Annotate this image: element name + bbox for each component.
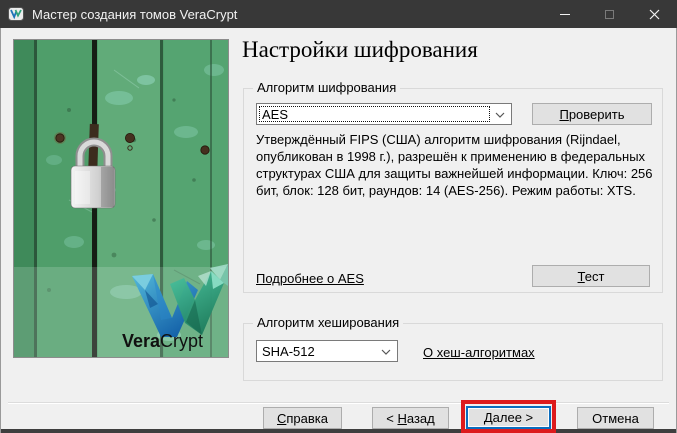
titlebar: Мастер создания томов VeraCrypt bbox=[0, 0, 677, 28]
hash-algorithm-select[interactable]: SHA-512 bbox=[256, 340, 398, 362]
benchmark-button[interactable]: Проверить bbox=[532, 103, 652, 125]
encryption-algorithm-select[interactable]: AES bbox=[256, 103, 512, 125]
chevron-down-icon bbox=[495, 112, 505, 118]
cancel-button[interactable]: Отмена bbox=[577, 407, 654, 429]
close-button[interactable] bbox=[632, 0, 677, 28]
hash-algorithm-value: SHA-512 bbox=[262, 344, 315, 359]
maximize-button bbox=[587, 0, 632, 28]
chevron-down-icon bbox=[381, 349, 391, 355]
hash-info-link[interactable]: О хеш-алгоритмах bbox=[423, 345, 535, 360]
test-button[interactable]: Тест bbox=[532, 265, 650, 287]
minimize-icon bbox=[560, 14, 570, 15]
page-title: Настройки шифрования bbox=[242, 37, 478, 63]
logo-wordmark: VeraCrypt bbox=[122, 331, 203, 351]
next-button[interactable]: Далее > bbox=[466, 406, 551, 429]
algorithm-description: Утверждённый FIPS (США) алгоритм шифрова… bbox=[256, 131, 654, 199]
hash-group-label: Алгоритм хеширования bbox=[253, 315, 403, 330]
more-about-aes-link[interactable]: Подробнее о AES bbox=[256, 271, 364, 286]
minimize-button[interactable] bbox=[542, 0, 587, 28]
window-bottom-edge bbox=[0, 429, 677, 433]
focus-rectangle bbox=[259, 106, 490, 122]
veracrypt-app-icon[interactable] bbox=[8, 6, 24, 22]
door-photo: VeraCrypt bbox=[14, 40, 228, 357]
encryption-algorithm-value: AES bbox=[262, 107, 288, 122]
back-button[interactable]: < Назад bbox=[372, 407, 449, 429]
window-title: Мастер создания томов VeraCrypt bbox=[32, 7, 237, 22]
help-button[interactable]: Справка bbox=[263, 407, 342, 429]
encryption-group-label: Алгоритм шифрования bbox=[253, 80, 400, 95]
close-icon bbox=[649, 9, 660, 20]
maximize-icon bbox=[605, 10, 614, 19]
footer-separator bbox=[8, 402, 669, 404]
